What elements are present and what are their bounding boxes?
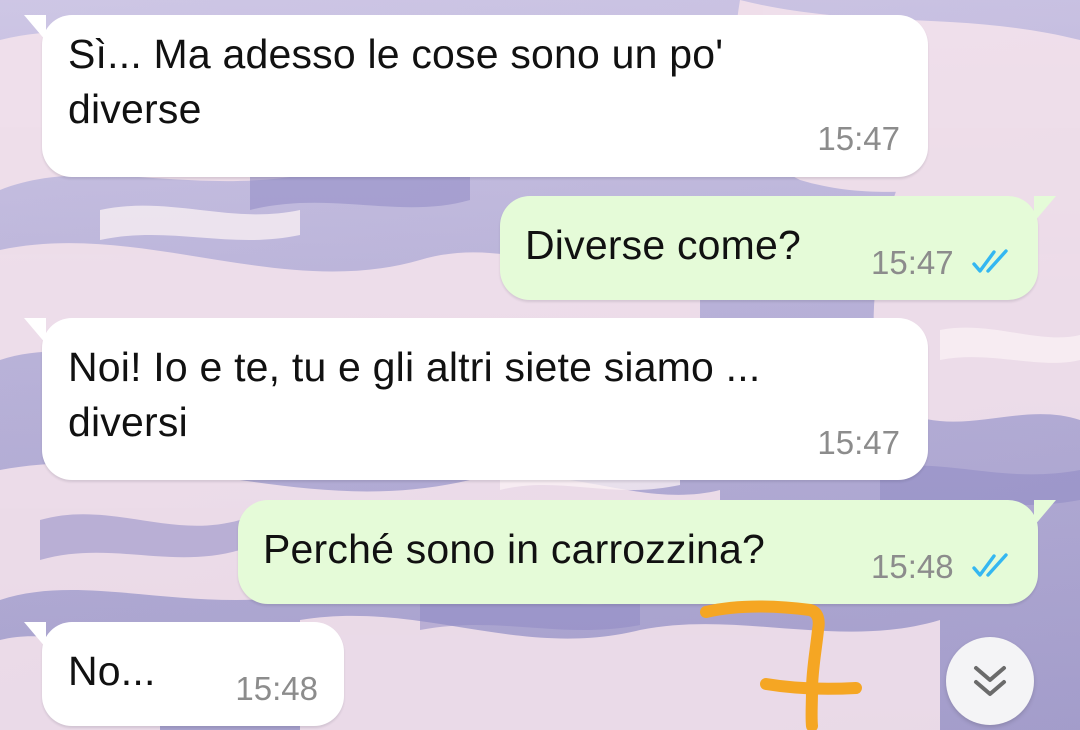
message-bubble-incoming[interactable]: Noi! Io e te, tu e gli altri siete siamo… xyxy=(24,318,928,480)
message-time: 15:47 xyxy=(817,424,900,461)
message-text: Sì... Ma adesso le cose sono un po' dive… xyxy=(68,31,724,132)
conversation: Sì... Ma adesso le cose sono un po' dive… xyxy=(0,0,1080,730)
bubble-tail xyxy=(24,15,46,41)
message-text: Perché sono in carrozzina? xyxy=(263,526,766,572)
scroll-to-bottom-button[interactable] xyxy=(946,637,1034,725)
message-bubble-incoming[interactable]: Sì... Ma adesso le cose sono un po' dive… xyxy=(24,15,928,177)
double-check-read-icon xyxy=(972,249,1008,273)
message-bubble-incoming[interactable]: No... 15:48 xyxy=(24,622,344,726)
double-check-read-icon xyxy=(972,553,1008,577)
message-time: 15:48 xyxy=(235,670,318,707)
message-time: 15:47 xyxy=(871,244,954,281)
bubble-tail xyxy=(1034,196,1056,222)
bubble-tail xyxy=(24,622,46,648)
message-bubble-outgoing[interactable]: Diverse come? 15:47 xyxy=(500,196,1056,300)
bubble-tail xyxy=(24,318,46,344)
message-text: Noi! Io e te, tu e gli altri siete siamo… xyxy=(68,344,761,445)
double-chevron-down-icon xyxy=(974,666,1006,696)
message-text: Diverse come? xyxy=(525,222,802,268)
message-time: 15:47 xyxy=(817,120,900,157)
message-text: No... xyxy=(68,648,156,694)
bubble-tail xyxy=(1034,500,1056,526)
message-bubble-outgoing[interactable]: Perché sono in carrozzina? 15:48 xyxy=(238,500,1056,604)
message-time: 15:48 xyxy=(871,548,954,585)
